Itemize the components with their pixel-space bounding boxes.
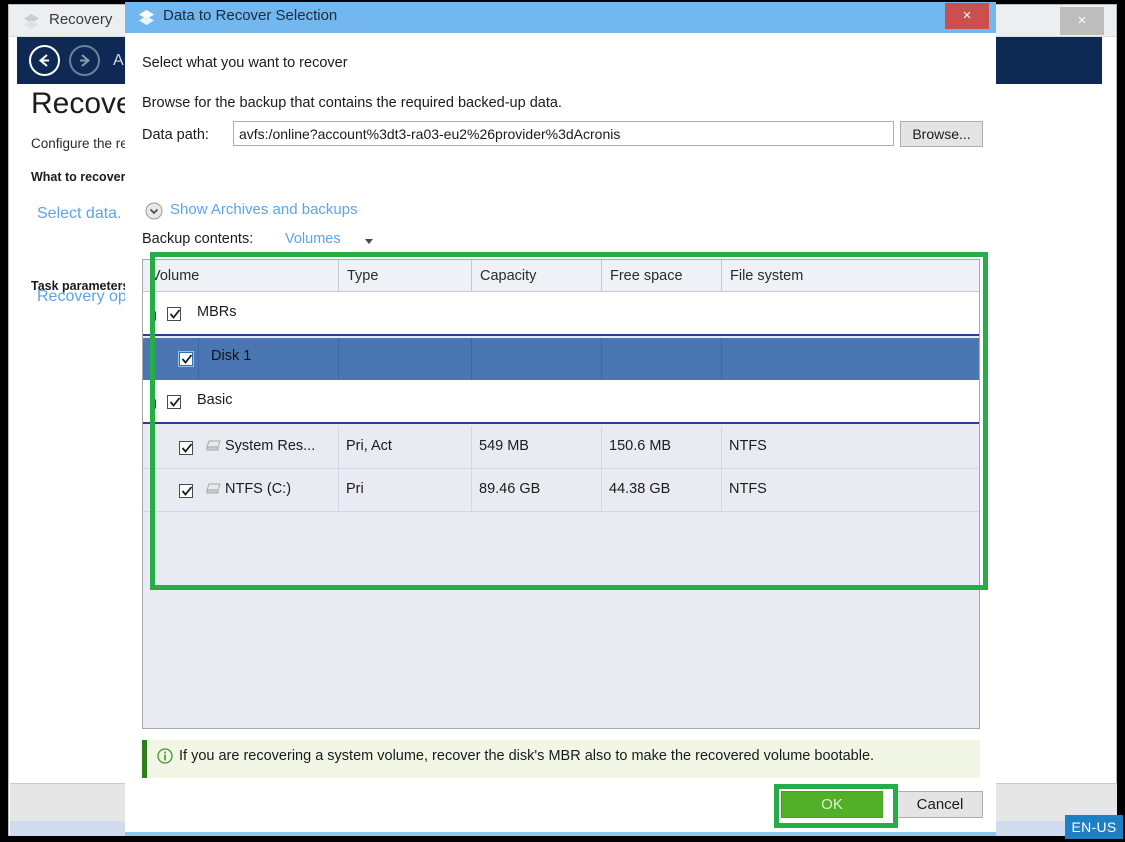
row-label: MBRs xyxy=(197,304,236,320)
chevron-down-circle-icon xyxy=(145,202,163,220)
check-icon xyxy=(181,353,193,365)
cell-capacity: 549 MB xyxy=(479,438,529,454)
check-icon xyxy=(181,442,193,454)
dialog-browse-hint: Browse for the backup that contains the … xyxy=(142,95,562,111)
table-row[interactable]: NTFS (C:) Pri 89.46 GB 44.38 GB NTFS xyxy=(143,469,979,512)
browse-button[interactable]: Browse... xyxy=(900,121,983,147)
column-header-capacity[interactable]: Capacity xyxy=(471,260,601,292)
forward-button[interactable] xyxy=(69,45,100,76)
cell-capacity: 89.46 GB xyxy=(479,481,540,497)
layers-icon xyxy=(23,13,40,30)
navbar-label: A xyxy=(113,52,124,70)
data-to-recover-dialog: Data to Recover Selection × Select what … xyxy=(125,2,996,836)
show-archives-label: Show Archives and backups xyxy=(170,201,358,218)
expander-icon[interactable] xyxy=(150,311,156,321)
section-what-to-recover: What to recover xyxy=(31,170,125,184)
cell-free-space: 44.38 GB xyxy=(609,481,670,497)
cell-free-space: 150.6 MB xyxy=(609,438,671,454)
column-header-free-space[interactable]: Free space xyxy=(601,260,721,292)
expander-icon[interactable] xyxy=(150,399,156,409)
dialog-titlebar: Data to Recover Selection × xyxy=(125,2,996,33)
dialog-footer: OK Cancel xyxy=(125,778,996,832)
column-header-volume[interactable]: Volume xyxy=(143,260,338,292)
backup-contents-table[interactable]: Volume Type Capacity Free space File sys… xyxy=(142,259,980,729)
cell-file-system: NTFS xyxy=(729,438,767,454)
cancel-button[interactable]: Cancel xyxy=(897,791,983,818)
ok-button[interactable]: OK xyxy=(781,791,883,818)
language-badge[interactable]: EN-US xyxy=(1065,815,1123,839)
link-recovery-options[interactable]: Recovery op xyxy=(37,288,127,306)
dialog-body: Select what you want to recover Browse f… xyxy=(125,33,996,778)
page-title: Recove xyxy=(31,87,133,121)
volume-icon xyxy=(205,440,222,454)
data-path-label: Data path: xyxy=(142,127,209,143)
row-label: System Res... xyxy=(225,438,315,454)
back-button[interactable] xyxy=(29,45,60,76)
check-icon xyxy=(169,308,181,320)
table-row[interactable]: System Res... Pri, Act 549 MB 150.6 MB N… xyxy=(143,426,979,469)
screen: Recovery × A Recove Configure the re Wha… xyxy=(0,0,1125,842)
table-row[interactable]: MBRs xyxy=(143,292,979,336)
row-label: Disk 1 xyxy=(211,348,251,364)
dialog-title: Data to Recover Selection xyxy=(163,7,337,24)
info-icon xyxy=(157,748,173,764)
column-header-type[interactable]: Type xyxy=(338,260,471,292)
row-checkbox[interactable] xyxy=(179,441,193,455)
check-icon xyxy=(169,396,181,408)
row-label: NTFS (C:) xyxy=(225,481,291,497)
backup-contents-label: Backup contents: xyxy=(142,231,253,247)
cell-type: Pri, Act xyxy=(346,438,392,454)
dialog-instruction: Select what you want to recover xyxy=(142,55,348,71)
info-note-text: If you are recovering a system volume, r… xyxy=(179,746,969,767)
cell-type: Pri xyxy=(346,481,364,497)
link-select-data[interactable]: Select data. xyxy=(37,205,122,223)
data-path-input[interactable] xyxy=(233,121,894,146)
row-checkbox[interactable] xyxy=(167,307,181,321)
table-row[interactable]: Basic xyxy=(143,380,979,424)
backup-contents-value[interactable]: Volumes xyxy=(285,231,341,247)
arrow-right-icon xyxy=(75,51,94,70)
recovery-title: Recovery xyxy=(49,11,112,28)
layers-icon xyxy=(138,9,155,26)
volume-icon xyxy=(205,483,222,497)
row-checkbox[interactable] xyxy=(167,395,181,409)
row-checkbox[interactable] xyxy=(179,352,193,366)
dialog-close-button[interactable]: × xyxy=(945,3,989,29)
cell-file-system: NTFS xyxy=(729,481,767,497)
page-subtitle: Configure the re xyxy=(31,136,128,151)
table-header-row: Volume Type Capacity Free space File sys… xyxy=(143,260,979,292)
caret-down-icon[interactable] xyxy=(365,239,373,244)
table-row[interactable]: Disk 1 xyxy=(143,338,979,380)
column-header-file-system[interactable]: File system xyxy=(721,260,979,292)
recovery-close-button[interactable]: × xyxy=(1060,7,1104,35)
arrow-left-icon xyxy=(35,51,54,70)
check-icon xyxy=(181,485,193,497)
row-checkbox[interactable] xyxy=(179,484,193,498)
row-label: Basic xyxy=(197,392,232,408)
